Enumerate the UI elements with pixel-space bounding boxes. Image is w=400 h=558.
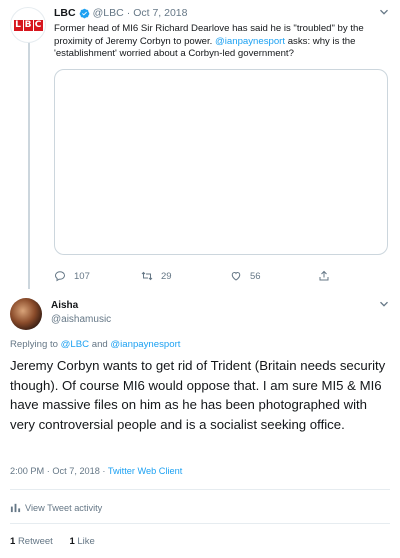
reply-button[interactable]: 107: [54, 270, 90, 282]
bar-chart-icon: [10, 503, 21, 513]
tweet-text: Jeremy Corbyn wants to get rid of Triden…: [10, 358, 386, 432]
retweet-icon: [141, 271, 153, 281]
divider: [10, 523, 390, 524]
tweet-stats: 1 Retweet 1 Like: [10, 536, 95, 547]
like-stat[interactable]: 1 Like: [69, 536, 94, 547]
handle[interactable]: @LBC: [93, 7, 124, 19]
mention-link[interactable]: @ianpaynesport: [110, 339, 180, 350]
retweet-button[interactable]: 29: [141, 270, 172, 282]
avatar[interactable]: [10, 298, 42, 330]
display-name[interactable]: Aisha: [51, 300, 78, 311]
thread-connector-line: [28, 40, 30, 289]
tweet-timestamp: 2:00 PM · Oct 7, 2018 · Twitter Web Clie…: [10, 466, 182, 476]
tweet-actions: 107 29 56: [54, 270, 384, 284]
retweet-count: 29: [161, 270, 172, 282]
retweet-stat[interactable]: 1 Retweet: [10, 536, 53, 547]
timestamp-text[interactable]: 2:00 PM · Oct 7, 2018 ·: [10, 466, 108, 476]
chevron-down-icon[interactable]: [378, 298, 390, 310]
view-activity-label: View Tweet activity: [25, 502, 103, 513]
lbc-logo: L B C: [13, 19, 43, 31]
reply-count: 107: [74, 270, 90, 282]
retweets-label: Retweet: [17, 536, 53, 547]
separator: ·: [126, 7, 131, 19]
verified-badge-icon: [79, 8, 89, 18]
logo-letter: L: [13, 19, 23, 31]
like-button[interactable]: 56: [230, 270, 261, 282]
tweet-date[interactable]: Oct 7, 2018: [133, 7, 187, 19]
media-card[interactable]: [54, 69, 388, 255]
view-activity-link[interactable]: View Tweet activity: [10, 502, 102, 513]
logo-letter: B: [23, 19, 33, 31]
share-button[interactable]: [318, 270, 338, 282]
avatar[interactable]: L B C: [10, 7, 46, 43]
tweet-text: Former head of MI6 Sir Richard Dearlove …: [54, 23, 384, 61]
chevron-down-icon[interactable]: [378, 6, 390, 18]
replying-to: Replying to @LBC and @ianpaynesport: [10, 339, 180, 350]
logo-letter: C: [33, 19, 43, 31]
retweets-count: 1: [10, 536, 16, 547]
replying-prefix: Replying to: [10, 339, 61, 350]
divider: [10, 489, 390, 490]
replying-and: and: [89, 339, 111, 350]
likes-label: Like: [77, 536, 95, 547]
parent-tweet[interactable]: L B C LBC @LBC · Oct 7, 2018 Former head…: [0, 0, 400, 289]
share-icon: [319, 270, 329, 281]
likes-count: 1: [69, 536, 75, 547]
like-count: 56: [250, 270, 261, 282]
tweet-header: LBC @LBC · Oct 7, 2018: [54, 7, 187, 19]
handle[interactable]: @aishamusic: [51, 314, 111, 325]
reply-icon: [54, 271, 66, 282]
heart-icon: [231, 271, 241, 281]
display-name[interactable]: LBC: [54, 7, 76, 19]
mention-link[interactable]: @ianpaynesport: [215, 36, 285, 47]
source-link[interactable]: Twitter Web Client: [108, 466, 182, 476]
mention-link[interactable]: @LBC: [61, 339, 89, 350]
